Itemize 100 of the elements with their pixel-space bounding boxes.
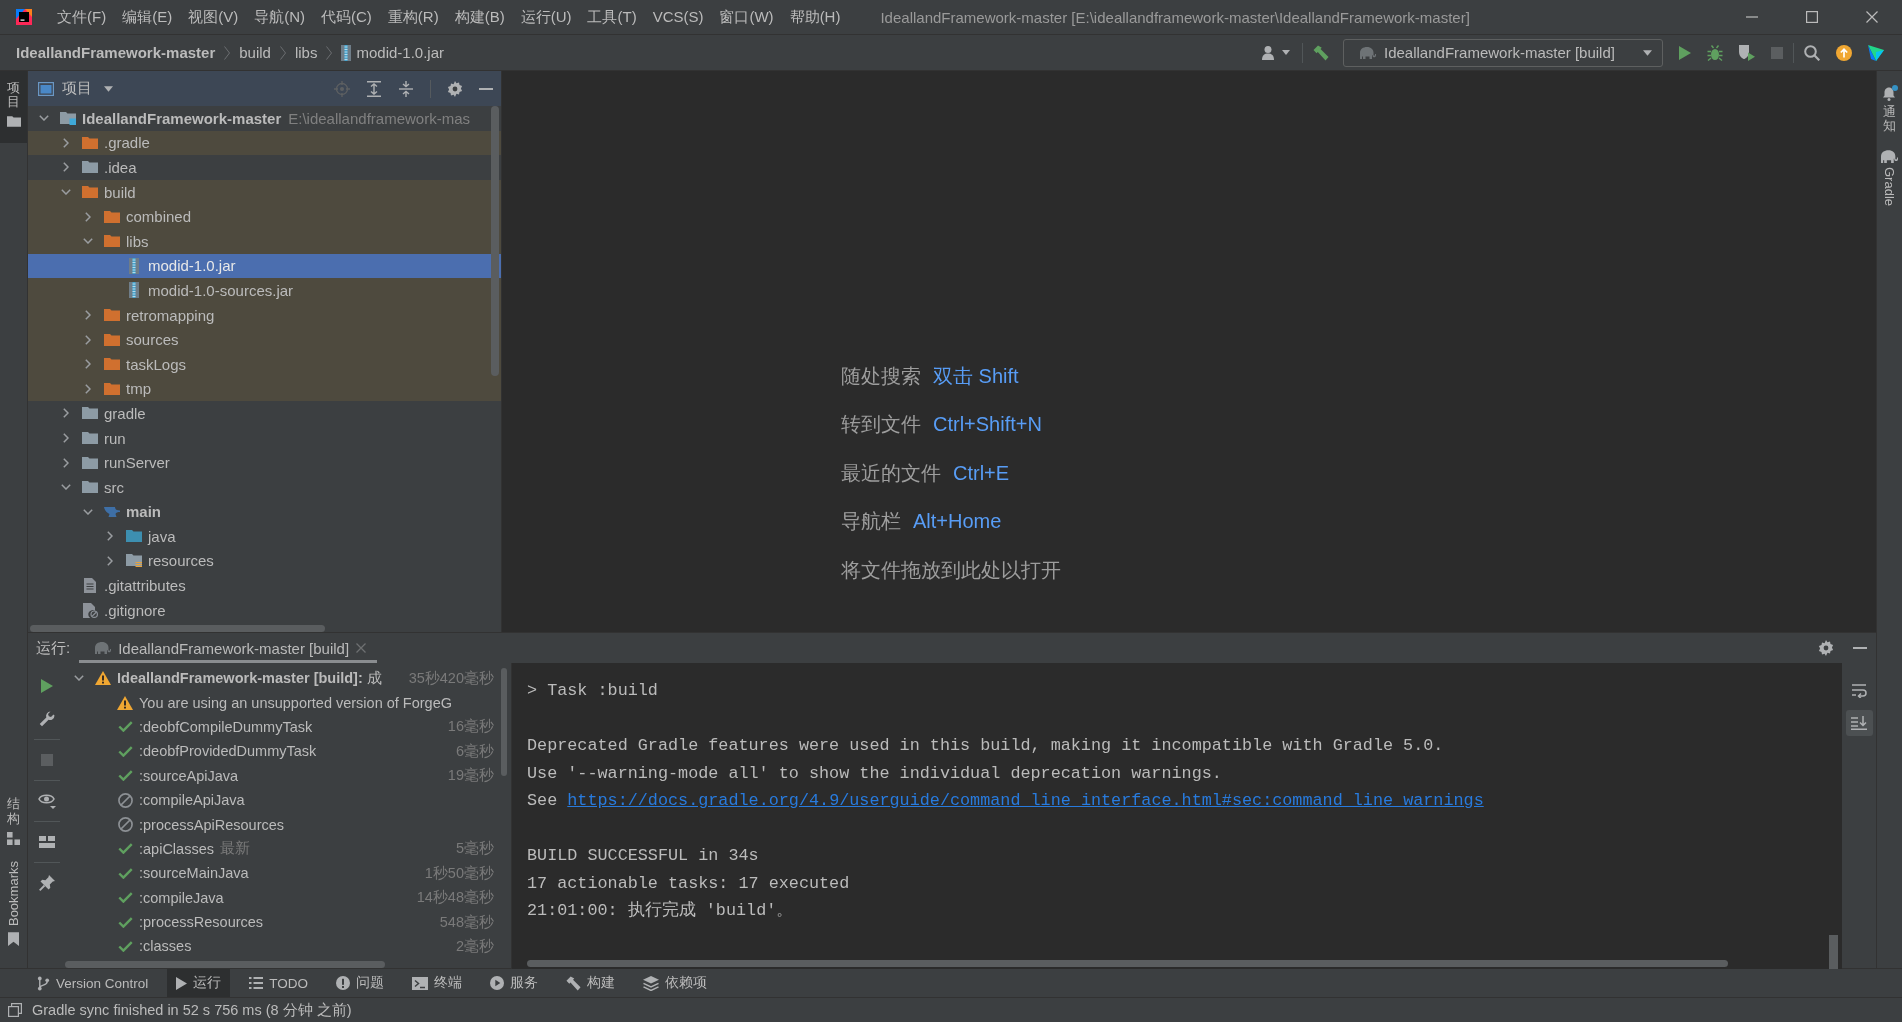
horizontal-scrollbar[interactable] bbox=[65, 961, 385, 968]
chevron-right-icon[interactable] bbox=[63, 433, 69, 443]
menu-item[interactable]: 帮助(H) bbox=[789, 7, 841, 27]
task-item[interactable]: You are using an unsupported version of ForgeG bbox=[65, 690, 511, 715]
tree-item[interactable]: taskLogs bbox=[28, 351, 501, 377]
side-tab[interactable]: 通知 bbox=[1881, 85, 1898, 134]
search-icon[interactable] bbox=[1804, 44, 1820, 61]
expand-all-icon[interactable] bbox=[366, 80, 382, 97]
task-item[interactable]: :classes 2毫秒 bbox=[65, 934, 511, 959]
tool-window-button[interactable]: Version Control bbox=[28, 969, 158, 997]
side-tab[interactable]: 结构 bbox=[0, 789, 27, 853]
task-item[interactable]: IdeallandFramework-master [build]: 成 35秒420毫秒 bbox=[65, 666, 511, 691]
chevron-down-icon[interactable] bbox=[83, 508, 93, 515]
vertical-scrollbar[interactable] bbox=[491, 106, 499, 376]
breadcrumb[interactable]: libs bbox=[294, 44, 318, 61]
tree-item[interactable]: modid-1.0-sources.jar bbox=[28, 278, 501, 303]
menu-item[interactable]: VCS(S) bbox=[652, 7, 704, 27]
bug-icon[interactable] bbox=[1707, 44, 1723, 61]
eye-icon[interactable] bbox=[37, 793, 56, 809]
tool-window-button[interactable]: TODO bbox=[240, 969, 318, 997]
chevron-right-icon[interactable] bbox=[85, 211, 91, 222]
tree-item[interactable]: sources bbox=[28, 327, 501, 352]
menu-item[interactable]: 窗口(W) bbox=[719, 7, 774, 27]
breadcrumb[interactable]: IdeallandFramework-master bbox=[16, 44, 216, 61]
tool-window-button[interactable]: 终端 bbox=[403, 969, 472, 997]
side-tab[interactable]: Gradle bbox=[1881, 149, 1898, 206]
tree-item[interactable]: .gradle bbox=[28, 130, 501, 156]
chevron-right-icon[interactable] bbox=[85, 334, 91, 345]
menu-item[interactable]: 运行(U) bbox=[520, 7, 572, 27]
chevron-right-icon[interactable] bbox=[63, 162, 69, 173]
user-icon[interactable] bbox=[1262, 45, 1274, 60]
task-item[interactable]: :deobfProvidedDummyTask 6毫秒 bbox=[65, 739, 511, 764]
chevron-right-icon[interactable] bbox=[85, 310, 91, 321]
task-item[interactable]: :compileJava 14秒48毫秒 bbox=[65, 885, 511, 910]
tree-item[interactable]: resources bbox=[28, 548, 501, 574]
tree-item[interactable]: main bbox=[28, 499, 501, 525]
tree-item[interactable]: .gitignore bbox=[28, 597, 501, 623]
chevron-down-icon[interactable] bbox=[61, 484, 71, 491]
shield-play-icon[interactable] bbox=[1739, 44, 1755, 61]
chevron-right-icon[interactable] bbox=[107, 556, 113, 566]
menu-item[interactable]: 视图(V) bbox=[188, 7, 239, 27]
chevron-right-icon[interactable] bbox=[107, 531, 113, 542]
menu-item[interactable]: 编辑(E) bbox=[122, 7, 173, 27]
menu-item[interactable]: 构建(B) bbox=[454, 7, 505, 27]
breadcrumb[interactable]: build bbox=[239, 44, 271, 61]
task-item[interactable]: :sourceMainJava 1秒50毫秒 bbox=[65, 861, 511, 886]
menu-item[interactable]: 文件(F) bbox=[57, 7, 107, 27]
close-icon[interactable] bbox=[356, 643, 367, 653]
tree-item[interactable]: java bbox=[28, 524, 501, 549]
scroll-to-end-button[interactable] bbox=[1845, 710, 1873, 736]
chevron-right-icon[interactable] bbox=[85, 383, 91, 394]
run-tab[interactable]: IdeallandFramework-master [build] bbox=[79, 633, 378, 663]
tool-window-button[interactable]: 服务 bbox=[481, 969, 548, 997]
breadcrumb[interactable]: modid-1.0.jar bbox=[341, 44, 444, 61]
horizontal-scrollbar[interactable] bbox=[527, 960, 1728, 967]
chevron-right-icon[interactable] bbox=[63, 457, 69, 468]
hammer-icon[interactable] bbox=[1313, 44, 1329, 61]
chevron-down-icon[interactable] bbox=[74, 675, 84, 682]
minimize-icon[interactable] bbox=[479, 87, 493, 90]
chevron-right-icon[interactable] bbox=[63, 408, 69, 419]
triangle-logo-icon[interactable] bbox=[1868, 44, 1884, 61]
side-tab[interactable]: 项目 bbox=[0, 71, 27, 143]
view-dropdown[interactable]: 项目 bbox=[62, 79, 113, 98]
vertical-scrollbar[interactable] bbox=[501, 668, 507, 776]
task-item[interactable]: :compileApiJava bbox=[65, 787, 511, 813]
menu-item[interactable]: 导航(N) bbox=[254, 7, 305, 27]
tree-item[interactable]: retromapping bbox=[28, 302, 501, 328]
tree-item[interactable]: libs bbox=[28, 228, 501, 254]
task-item[interactable]: :deobfCompileDummyTask 16毫秒 bbox=[65, 714, 511, 740]
chevron-down-icon[interactable] bbox=[39, 115, 49, 122]
chevron-right-icon[interactable] bbox=[85, 359, 91, 370]
run-config-dropdown[interactable]: IdeallandFramework-master [build] bbox=[1343, 38, 1663, 67]
tree-item[interactable]: src bbox=[28, 474, 501, 500]
tree-item[interactable]: IdeallandFramework-master E:\ideallandframework-mas bbox=[28, 106, 501, 131]
task-item[interactable]: :processApiResources bbox=[65, 812, 511, 837]
tool-window-button[interactable]: 问题 bbox=[327, 969, 394, 997]
tool-window-button[interactable]: 依赖项 bbox=[634, 969, 717, 997]
menu-item[interactable]: 代码(C) bbox=[321, 7, 372, 27]
tree-item[interactable]: .idea bbox=[28, 155, 501, 180]
wrench-icon[interactable] bbox=[38, 711, 55, 727]
tree-item[interactable]: run bbox=[28, 425, 501, 451]
chevron-down-icon[interactable] bbox=[61, 189, 71, 196]
task-item[interactable]: :sourceApiJava 19毫秒 bbox=[65, 763, 511, 788]
arrow-up-circle-icon[interactable] bbox=[1836, 44, 1852, 61]
tree-item[interactable]: .gitattributes bbox=[28, 573, 501, 598]
tree-item[interactable]: combined bbox=[28, 204, 501, 229]
play-icon[interactable] bbox=[1679, 45, 1691, 60]
task-item[interactable]: :processResources 548毫秒 bbox=[65, 909, 511, 935]
settings-icon[interactable] bbox=[1818, 640, 1834, 656]
console-link[interactable]: https://docs.gradle.org/4.9/userguide/command_line_interface.html#sec:command_line_warnings bbox=[567, 791, 1484, 810]
tree-item[interactable]: modid-1.0.jar bbox=[28, 253, 501, 279]
vertical-scrollbar[interactable] bbox=[1829, 935, 1838, 969]
tree-item[interactable]: tmp bbox=[28, 376, 501, 402]
tree-item[interactable]: gradle bbox=[28, 401, 501, 426]
tree-item[interactable]: runServer bbox=[28, 450, 501, 475]
side-tab[interactable]: Bookmarks bbox=[0, 852, 27, 954]
task-item[interactable]: :apiClasses 最新 5毫秒 bbox=[65, 836, 511, 862]
play-icon[interactable] bbox=[40, 679, 53, 693]
chevron-right-icon[interactable] bbox=[63, 137, 69, 148]
menu-item[interactable]: 重构(R) bbox=[387, 7, 439, 27]
